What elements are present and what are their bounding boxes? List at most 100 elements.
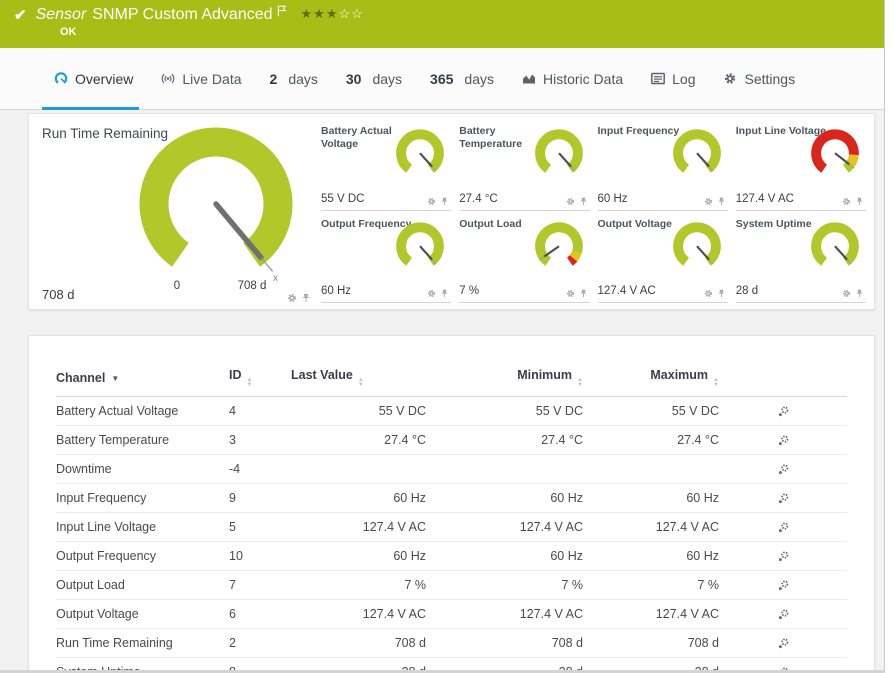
gauge-value: 7 % [459, 285, 480, 297]
gauge-value: 708 d [42, 287, 75, 302]
table-row: Battery Temperature 3 27.4 °C 27.4 °C 27… [56, 425, 847, 455]
priority-star-rating[interactable]: ★★★☆☆ [301, 6, 364, 22]
pin-icon[interactable] [440, 197, 449, 206]
tab-label: days [288, 70, 318, 87]
pin-icon[interactable] [717, 197, 726, 206]
edit-channel-icon[interactable] [778, 406, 789, 417]
gauge-chart [672, 221, 721, 266]
column-header-minimum[interactable]: Minimum ▲ ▼ [426, 363, 583, 397]
column-header-id[interactable]: ID ▲ ▼ [229, 363, 291, 397]
gauges-panel: Run Time Remaining x 0 708 d 708 d Batte… [28, 113, 875, 310]
column-header-tools [719, 363, 847, 397]
id-cell: 5 [229, 512, 291, 542]
last-value-cell: 27.4 °C [291, 425, 426, 455]
channel-cell: Battery Actual Voltage [56, 396, 229, 426]
main-gauge-panel: Run Time Remaining x 0 708 d 708 d [29, 114, 321, 309]
minimum-cell: 127.4 V AC [426, 599, 583, 629]
tab-log[interactable]: Log [637, 48, 709, 109]
tab-365-days[interactable]: 365 days [416, 48, 508, 109]
stars-empty[interactable]: ☆☆ [338, 6, 363, 21]
last-value-cell: 127.4 V AC [291, 512, 426, 542]
gear-icon[interactable] [566, 289, 575, 298]
gear-icon[interactable] [704, 289, 713, 298]
edit-channel-icon[interactable] [778, 638, 789, 649]
gear-icon[interactable] [287, 293, 297, 303]
tab-label: Historic Data [542, 70, 624, 87]
minimum-cell: 708 d [426, 628, 583, 658]
id-cell: 7 [229, 570, 291, 600]
id-cell: 10 [229, 541, 291, 571]
stars-filled[interactable]: ★★★ [301, 6, 339, 21]
gauge-chart [396, 221, 445, 266]
column-header-channel[interactable]: Channel ▼ [56, 363, 229, 397]
sort-icon: ▲ ▼ [577, 377, 583, 388]
table-row: Output Voltage 6 127.4 V AC 127.4 V AC 1… [56, 599, 847, 629]
tab-2-days[interactable]: 2 days [256, 48, 332, 109]
gear-icon[interactable] [842, 197, 851, 206]
tab-30-days[interactable]: 30 days [332, 48, 416, 109]
pin-icon[interactable] [579, 289, 588, 298]
channel-cell: Input Line Voltage [56, 512, 229, 542]
edit-channel-icon[interactable] [778, 551, 789, 562]
gauge-chart [396, 129, 445, 173]
gauge-panel-input-line-voltage: Input Line Voltage 127.4 V AC [735, 122, 866, 211]
gear-icon[interactable] [427, 197, 436, 206]
column-label: Channel [56, 370, 106, 385]
gauge-value: 55 V DC [321, 192, 365, 205]
gear-icon[interactable] [566, 197, 575, 206]
pin-icon[interactable] [440, 289, 449, 298]
last-value-cell: 60 Hz [291, 541, 426, 571]
last-value-cell [291, 454, 426, 484]
edit-channel-icon[interactable] [778, 522, 789, 533]
gauge-panel-battery-actual-voltage: Battery Actual Voltage 55 V DC [321, 122, 452, 211]
minimum-cell: 60 Hz [426, 483, 583, 513]
pin-icon[interactable] [855, 197, 864, 206]
tab-historic-data[interactable]: Historic Data [508, 48, 637, 109]
pin-icon[interactable] [717, 289, 726, 298]
edit-channel-icon[interactable] [778, 464, 789, 475]
tab-label: Log [672, 70, 696, 87]
content-area: ✔ Sensor SNMP Custom Advanced ★★★☆☆ OK O… [0, 0, 885, 673]
tab-live-data[interactable]: Live Data [147, 48, 255, 109]
column-label: Last Value [291, 368, 353, 382]
table-header-row: Channel ▼ ID ▲ ▼ Last Value ▲ ▼ Minimum ▲ ▼ Max… [56, 363, 847, 397]
minimum-cell [426, 454, 583, 484]
gear-icon [723, 72, 737, 85]
tab-label: Live Data [182, 70, 242, 87]
chart-icon [522, 72, 536, 85]
gear-icon[interactable] [704, 197, 713, 206]
page-body: Run Time Remaining x 0 708 d 708 d Batte… [0, 110, 884, 673]
last-value-cell: 55 V DC [291, 396, 426, 426]
prtg-sensor-page: ✔ Sensor SNMP Custom Advanced ★★★☆☆ OK O… [0, 0, 894, 673]
edit-channel-icon[interactable] [778, 580, 789, 591]
tab-settings[interactable]: Settings [709, 48, 809, 109]
maximum-cell: 708 d [583, 628, 719, 658]
gauge-panel-output-voltage: Output Voltage 127.4 V AC [597, 215, 728, 303]
id-cell: 9 [229, 483, 291, 513]
tab-label: days [372, 70, 403, 87]
column-label: ID [229, 368, 242, 382]
channel-cell: Output Frequency [56, 541, 229, 571]
gauge-value: 60 Hz [597, 192, 628, 205]
edit-channel-icon[interactable] [778, 493, 789, 504]
minimum-cell: 127.4 V AC [426, 512, 583, 542]
gauge-value: 28 d [735, 285, 759, 297]
maximum-cell: 60 Hz [583, 483, 719, 513]
gear-icon[interactable] [842, 289, 851, 298]
gauge-panel-system-uptime: System Uptime 28 d [735, 215, 866, 303]
gear-icon[interactable] [427, 289, 436, 298]
maximum-cell: 60 Hz [583, 541, 719, 571]
status-check-icon: ✔ [14, 7, 27, 24]
edit-channel-icon[interactable] [778, 435, 789, 446]
pin-icon[interactable] [301, 293, 311, 303]
broadcast-icon [161, 72, 175, 85]
pin-icon[interactable] [855, 289, 864, 298]
tab-overview[interactable]: Overview [40, 48, 147, 110]
pin-icon[interactable] [579, 197, 588, 206]
column-header-last-value[interactable]: Last Value ▲ ▼ [291, 363, 426, 397]
channel-cell: Downtime [56, 454, 229, 484]
edit-channel-icon[interactable] [778, 609, 789, 620]
column-header-maximum[interactable]: Maximum ▲ ▼ [583, 363, 719, 397]
gauge-icon [54, 72, 68, 85]
priority-flag-icon [277, 5, 287, 17]
